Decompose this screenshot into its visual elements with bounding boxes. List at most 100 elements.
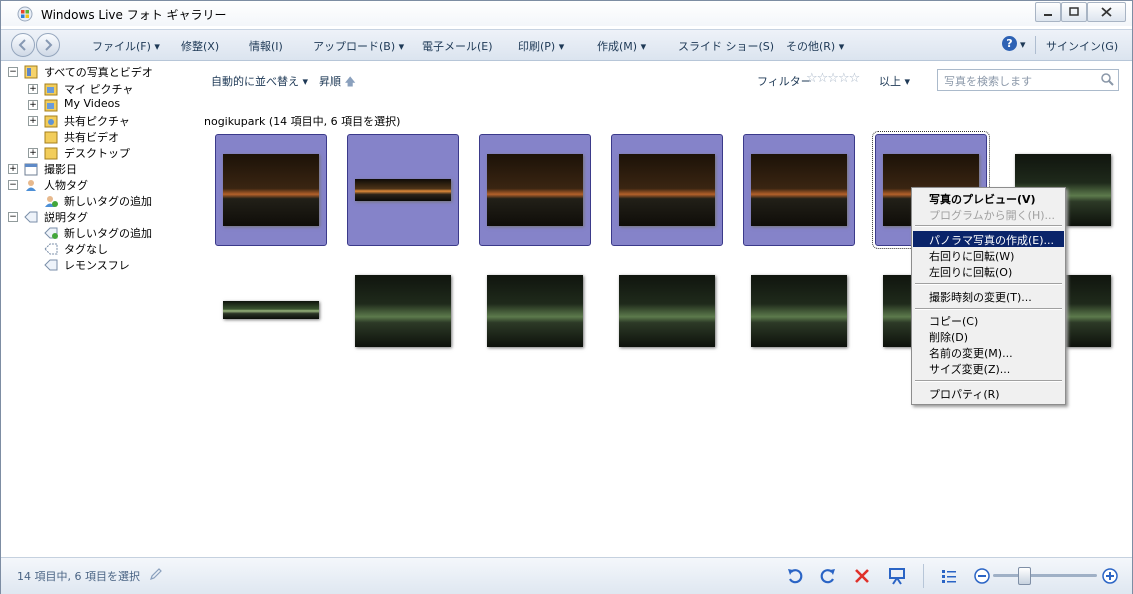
close-button[interactable]	[1087, 2, 1126, 22]
menu-email[interactable]: 電子メール(E)	[422, 38, 493, 54]
collapse-toggle[interactable]: −	[8, 212, 18, 222]
tree-item-add-people-tag[interactable]: 新しいタグの追加	[64, 193, 152, 209]
tree-item-my-videos[interactable]: My Videos	[64, 97, 120, 113]
tree-item-lemon[interactable]: レモンスフレ	[64, 257, 130, 273]
zoom-slider-thumb[interactable]	[1018, 567, 1031, 585]
menu-item-rotate-left[interactable]: 左回りに回転(O)	[913, 263, 1064, 279]
expand-toggle[interactable]: +	[28, 84, 38, 94]
photo-thumbnail	[355, 179, 451, 201]
tree-item-people-tags[interactable]: 人物タグ	[44, 177, 88, 193]
sign-in-button[interactable]: サインイン(G)	[1046, 38, 1118, 54]
collapse-toggle[interactable]: −	[8, 67, 18, 77]
photo-tile[interactable]	[347, 134, 459, 246]
menu-item-preview[interactable]: 写真のプレビュー(V)	[913, 190, 1064, 206]
rotate-right-icon[interactable]	[818, 566, 838, 586]
photo-thumbnail[interactable]	[751, 275, 847, 347]
zoom-out-icon[interactable]	[972, 566, 992, 586]
photo-thumbnail[interactable]	[223, 301, 319, 319]
rotate-left-icon[interactable]	[785, 566, 805, 586]
menu-create[interactable]: 作成(M) ▾	[597, 38, 646, 54]
expand-toggle[interactable]: +	[28, 100, 38, 110]
slideshow-icon[interactable]	[887, 566, 907, 586]
tree-item-no-tag[interactable]: タグなし	[64, 241, 108, 257]
photo-thumbnail[interactable]	[355, 275, 451, 347]
back-button[interactable]	[11, 33, 35, 57]
menu-item-rotate-right[interactable]: 右回りに回転(W)	[913, 247, 1064, 263]
search-placeholder: 写真を検索します	[944, 75, 1032, 88]
pencil-icon[interactable]	[149, 567, 163, 581]
tree-item-all[interactable]: すべての写真とビデオ	[44, 64, 153, 80]
tree-item-shared-pictures[interactable]: 共有ピクチャ	[64, 113, 130, 129]
expand-toggle[interactable]: +	[28, 116, 38, 126]
menu-item-properties[interactable]: プロパティ(R)	[913, 385, 1064, 401]
menu-separator	[915, 225, 1062, 227]
search-icon[interactable]	[1101, 73, 1114, 86]
menu-separator	[915, 308, 1062, 310]
group-title: nogikupark (14 項目中, 6 項目を選択)	[204, 115, 401, 128]
menu-create-label: 作成(M)	[597, 40, 638, 53]
menu-more-label: その他(R)	[786, 40, 836, 53]
people-tag-icon	[26, 180, 36, 191]
menu-separator	[915, 380, 1062, 382]
menu-item-rename[interactable]: 名前の変更(M)...	[913, 344, 1064, 360]
tree-item-date-taken[interactable]: 撮影日	[44, 161, 77, 177]
calendar-icon	[24, 163, 38, 176]
photos-videos-icon	[24, 65, 38, 79]
photo-tile[interactable]	[611, 134, 723, 246]
forward-arrow-icon	[45, 39, 53, 51]
menu-more[interactable]: その他(R) ▾	[786, 38, 844, 54]
delete-icon[interactable]	[852, 566, 872, 586]
help-dropdown-arrow[interactable]: ▾	[1020, 38, 1026, 51]
photo-thumbnail	[223, 154, 319, 226]
rating-filter-dropdown[interactable]: 以上 ▾	[879, 73, 910, 89]
menu-item-label: コピー(C)	[929, 315, 979, 328]
zoom-slider-track[interactable]	[993, 574, 1097, 577]
folder-icon	[44, 83, 58, 96]
minimize-button[interactable]	[1035, 2, 1061, 22]
tree-item-add-desc-tag[interactable]: 新しいタグの追加	[64, 225, 152, 241]
search-box[interactable]: 写真を検索します	[937, 69, 1119, 91]
photo-thumbnail[interactable]	[487, 275, 583, 347]
menu-item-label: 写真のプレビュー(V)	[929, 193, 1036, 206]
menu-item-resize[interactable]: サイズ変更(Z)...	[913, 360, 1064, 376]
navigation-tree: − すべての写真とビデオ + マイ ピクチャ + My Videos + 共有ピ…	[1, 61, 201, 556]
forward-button[interactable]	[36, 33, 60, 57]
details-view-icon[interactable]	[939, 566, 959, 586]
zoom-in-icon[interactable]	[1100, 566, 1120, 586]
menu-fix[interactable]: 修整(X)	[181, 38, 219, 54]
expand-toggle[interactable]: +	[28, 148, 38, 158]
tree-item-shared-videos[interactable]: 共有ビデオ	[64, 129, 119, 145]
status-separator	[923, 564, 924, 588]
maximize-button[interactable]	[1061, 2, 1087, 22]
photo-tile[interactable]	[479, 134, 591, 246]
menu-info[interactable]: 情報(I)	[249, 38, 283, 54]
menu-file[interactable]: ファイル(F) ▾	[92, 38, 160, 54]
menu-item-panorama[interactable]: パノラマ写真の作成(E)...	[913, 231, 1064, 247]
menu-item-label: 名前の変更(M)...	[929, 347, 1013, 360]
menu-item-change-time[interactable]: 撮影時刻の変更(T)...	[913, 288, 1064, 304]
photo-tile[interactable]	[215, 134, 327, 246]
tree-item-desktop[interactable]: デスクトップ	[64, 145, 130, 161]
context-menu: 写真のプレビュー(V) プログラムから開く(H)... パノラマ写真の作成(E)…	[911, 187, 1066, 405]
menu-file-label: ファイル(F)	[92, 40, 151, 53]
help-icon[interactable]: ?	[1002, 36, 1017, 51]
menu-item-delete[interactable]: 削除(D)	[913, 328, 1064, 344]
menu-slideshow[interactable]: スライド ショー(S)	[678, 38, 774, 54]
menu-upload[interactable]: アップロード(B) ▾	[313, 38, 404, 54]
tree-item-descriptive-tags[interactable]: 説明タグ	[44, 209, 88, 225]
toolbar-separator	[1035, 36, 1036, 54]
tree-item-my-pictures[interactable]: マイ ピクチャ	[64, 81, 133, 97]
menu-item-label: 右回りに回転(W)	[929, 250, 1015, 263]
photo-thumbnail[interactable]	[619, 275, 715, 347]
sort-order-button[interactable]: 昇順 🡅	[319, 73, 356, 92]
photo-tile[interactable]	[743, 134, 855, 246]
rating-filter-stars[interactable]: ☆☆☆☆☆	[806, 71, 860, 86]
expand-toggle[interactable]: +	[8, 164, 18, 174]
menu-print[interactable]: 印刷(P) ▾	[518, 38, 564, 54]
menu-item-label: プロパティ(R)	[929, 388, 1000, 401]
sort-button[interactable]: 自動的に並べ替え ▾	[211, 73, 308, 89]
add-tag-icon	[45, 196, 58, 207]
collapse-toggle[interactable]: −	[8, 180, 18, 190]
menu-item-label: パノラマ写真の作成(E)...	[929, 234, 1055, 247]
menu-item-copy[interactable]: コピー(C)	[913, 312, 1064, 328]
